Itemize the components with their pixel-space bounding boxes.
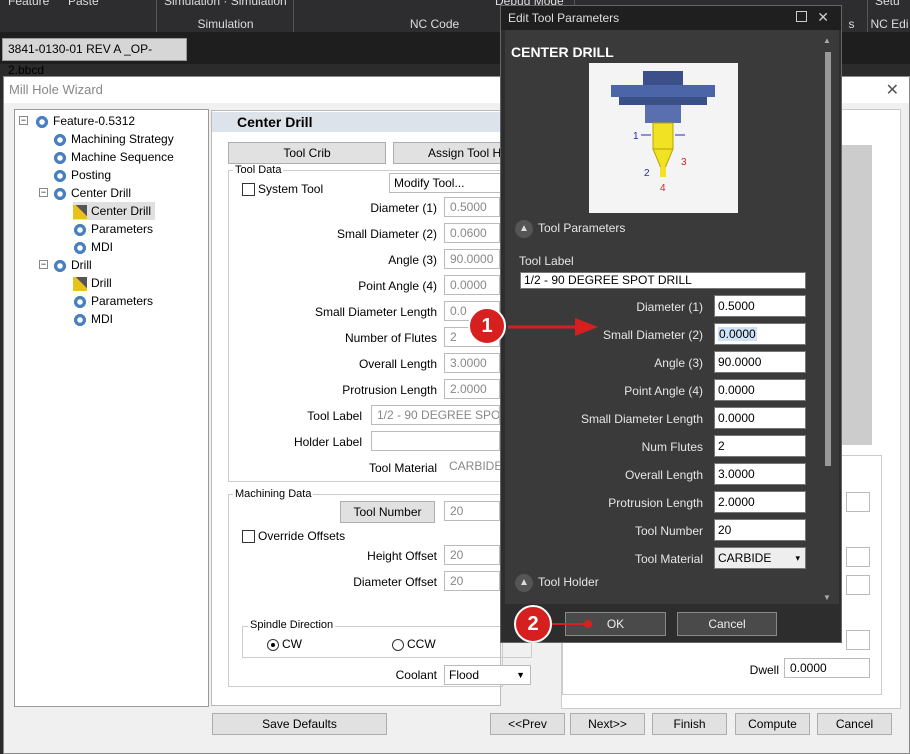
callout-badge: 1 [468, 307, 506, 345]
callout-badge: 2 [514, 605, 552, 643]
annotation-overlay [508, 318, 598, 628]
